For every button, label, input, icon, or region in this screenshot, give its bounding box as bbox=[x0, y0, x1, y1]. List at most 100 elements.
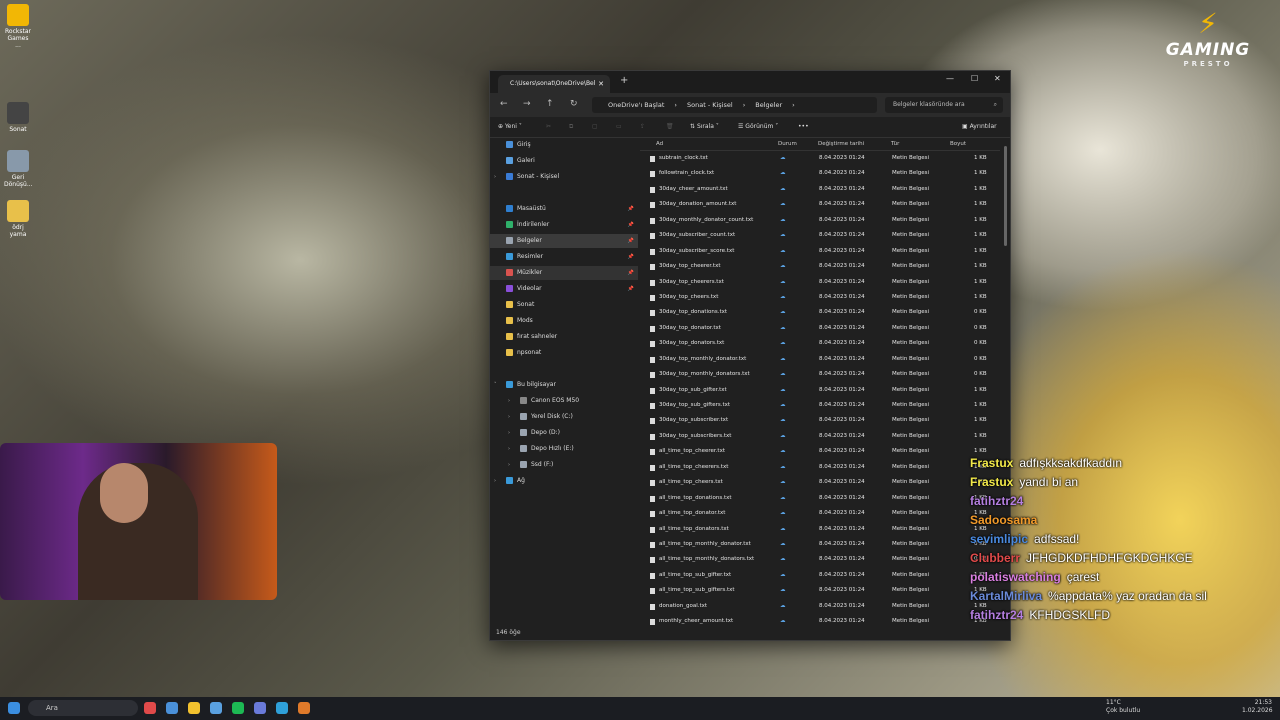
expand-chevron-icon[interactable]: › bbox=[494, 474, 496, 488]
view-button[interactable]: ☰ Görünüm ˅ bbox=[738, 117, 778, 137]
sidebar-item[interactable]: › Sonat - Kişisel bbox=[490, 170, 638, 184]
file-row[interactable]: all_time_top_cheers.txt ☁ 8.04.2023 01:24 M… bbox=[640, 475, 1000, 490]
search-input[interactable]: Belgeler klasöründe ara ⌕ bbox=[885, 97, 1003, 113]
taskbar-search[interactable]: Ara bbox=[28, 700, 138, 716]
sidebar-item[interactable]: Masaüstü 📌 bbox=[490, 202, 638, 216]
new-button[interactable]: ⊕ Yeni ˅ bbox=[498, 117, 522, 137]
file-row[interactable]: 30day_top_cheerer.txt ☁ 8.04.2023 01:24 Met… bbox=[640, 259, 1000, 274]
desktop-icon[interactable]: Geri Dönüşü... bbox=[4, 150, 33, 188]
sidebar-item[interactable]: fırat sahneler bbox=[490, 330, 638, 344]
taskbar-app-icon[interactable] bbox=[232, 702, 244, 714]
file-row[interactable]: 30day_top_sub_gifter.txt ☁ 8.04.2023 01:24… bbox=[640, 383, 1000, 398]
desktop-icon[interactable]: Rockstar Games ... bbox=[4, 4, 32, 49]
rename-icon[interactable]: ▭ bbox=[616, 117, 622, 137]
file-row[interactable]: 30day_top_sub_gifters.txt ☁ 8.04.2023 01:2… bbox=[640, 398, 1000, 413]
file-row[interactable]: all_time_top_monthly_donator.txt ☁ 8.04.20… bbox=[640, 537, 1000, 552]
file-row[interactable]: subtrain_clock.txt ☁ 8.04.2023 01:24 Metin … bbox=[640, 151, 1000, 166]
col-status[interactable]: Durum bbox=[778, 138, 797, 150]
file-row[interactable]: 30day_top_monthly_donator.txt ☁ 8.04.2023 … bbox=[640, 352, 1000, 367]
desktop-icon[interactable]: ödrj yama bbox=[4, 200, 32, 238]
sidebar-item[interactable]: Sonat bbox=[490, 298, 638, 312]
file-row[interactable]: all_time_top_donators.txt ☁ 8.04.2023 01:2… bbox=[640, 522, 1000, 537]
share-icon[interactable]: ⇪ bbox=[640, 117, 645, 137]
file-row[interactable]: 30day_top_subscriber.txt ☁ 8.04.2023 01:24… bbox=[640, 413, 1000, 428]
expand-chevron-icon[interactable]: › bbox=[508, 458, 510, 472]
col-name[interactable]: Ad bbox=[656, 138, 663, 150]
expand-chevron-icon[interactable]: › bbox=[494, 170, 496, 184]
col-size[interactable]: Boyut bbox=[950, 138, 966, 150]
taskbar-app-icon[interactable] bbox=[144, 702, 156, 714]
sidebar-item[interactable]: ˅ Bu bilgisayar bbox=[490, 378, 638, 392]
sidebar-item[interactable]: Belgeler 📌 bbox=[490, 234, 638, 248]
expand-chevron-icon[interactable]: › bbox=[508, 426, 510, 440]
delete-icon[interactable]: 🗑 bbox=[666, 117, 674, 137]
minimize-button[interactable]: — bbox=[946, 74, 954, 83]
sidebar-item[interactable]: Giriş bbox=[490, 138, 638, 152]
tab-documents[interactable]: C:\Users\sonat\OneDrive\Bel ✕ bbox=[498, 75, 610, 93]
more-button[interactable]: ••• bbox=[798, 117, 809, 137]
file-row[interactable]: donation_goal.txt ☁ 8.04.2023 01:24 Metin B… bbox=[640, 599, 1000, 614]
file-row[interactable]: 30day_subscriber_count.txt ☁ 8.04.2023 01:… bbox=[640, 228, 1000, 243]
start-icon[interactable] bbox=[8, 702, 20, 714]
file-row[interactable]: 30day_top_subscribers.txt ☁ 8.04.2023 01:2… bbox=[640, 429, 1000, 444]
file-row[interactable]: monthly_cheer_amount.txt ☁ 8.04.2023 01:24… bbox=[640, 614, 1000, 625]
taskbar-app-icon[interactable] bbox=[276, 702, 288, 714]
sidebar-item[interactable]: › Depo (D:) bbox=[490, 426, 638, 440]
sidebar-item[interactable]: npsonat bbox=[490, 346, 638, 360]
sidebar-item[interactable]: Galeri bbox=[490, 154, 638, 168]
file-row[interactable]: all_time_top_cheerer.txt ☁ 8.04.2023 01:24… bbox=[640, 444, 1000, 459]
file-row[interactable]: all_time_top_cheerers.txt ☁ 8.04.2023 01:2… bbox=[640, 460, 1000, 475]
weather-widget[interactable]: 11°C Çok bulutlu bbox=[1106, 699, 1140, 715]
system-clock[interactable]: 21:53 1.02.2026 bbox=[1242, 699, 1273, 715]
breadcrumb[interactable]: OneDrive'ı Başlat › Sonat - Kişisel › Belgel… bbox=[592, 97, 877, 113]
up-icon[interactable]: ↑ bbox=[546, 99, 554, 109]
close-tab-icon[interactable]: ✕ bbox=[598, 75, 604, 93]
sidebar-item[interactable]: Mods bbox=[490, 314, 638, 328]
forward-icon[interactable]: → bbox=[523, 99, 531, 109]
file-row[interactable]: 30day_top_cheerers.txt ☁ 8.04.2023 01:24 Me… bbox=[640, 275, 1000, 290]
sidebar-item[interactable]: › Canon EOS M50 bbox=[490, 394, 638, 408]
file-row[interactable]: 30day_top_donations.txt ☁ 8.04.2023 01:24 M… bbox=[640, 305, 1000, 320]
sidebar-item[interactable]: Resimler 📌 bbox=[490, 250, 638, 264]
breadcrumb-item[interactable]: Sonat - Kişisel bbox=[687, 101, 733, 109]
file-row[interactable]: 30day_top_donator.txt ☁ 8.04.2023 01:24 Met… bbox=[640, 321, 1000, 336]
file-row[interactable]: 30day_cheer_amount.txt ☁ 8.04.2023 01:24 Me… bbox=[640, 182, 1000, 197]
file-row[interactable]: all_time_top_donations.txt ☁ 8.04.2023 01:… bbox=[640, 491, 1000, 506]
new-tab-button[interactable]: + bbox=[620, 75, 628, 86]
file-row[interactable]: 30day_monthly_donator_count.txt ☁ 8.04.202… bbox=[640, 213, 1000, 228]
sidebar-item[interactable]: › Ağ bbox=[490, 474, 638, 488]
file-row[interactable]: 30day_top_monthly_donators.txt ☁ 8.04.2023… bbox=[640, 367, 1000, 382]
sidebar-item[interactable]: › Ssd (F:) bbox=[490, 458, 638, 472]
scrollbar[interactable] bbox=[1004, 146, 1007, 246]
expand-chevron-icon[interactable]: ˅ bbox=[494, 378, 497, 392]
taskbar-app-icon[interactable] bbox=[166, 702, 178, 714]
file-row[interactable]: all_time_top_sub_gifters.txt ☁ 8.04.2023 0… bbox=[640, 583, 1000, 598]
file-row[interactable]: 30day_donation_amount.txt ☁ 8.04.2023 01:2… bbox=[640, 197, 1000, 212]
taskbar-app-icon[interactable] bbox=[210, 702, 222, 714]
taskbar-app-icon[interactable] bbox=[254, 702, 266, 714]
expand-chevron-icon[interactable]: › bbox=[508, 394, 510, 408]
sidebar-item[interactable]: Videolar 📌 bbox=[490, 282, 638, 296]
file-row[interactable]: 30day_top_cheers.txt ☁ 8.04.2023 01:24 Meti… bbox=[640, 290, 1000, 305]
breadcrumb-item[interactable]: OneDrive'ı Başlat bbox=[608, 101, 664, 109]
sidebar-item[interactable]: › Depo Hızlı (E:) bbox=[490, 442, 638, 456]
file-row[interactable]: all_time_top_donator.txt ☁ 8.04.2023 01:24… bbox=[640, 506, 1000, 521]
cut-icon[interactable]: ✂ bbox=[546, 117, 551, 137]
back-icon[interactable]: ← bbox=[500, 99, 508, 109]
file-row[interactable]: all_time_top_monthly_donators.txt ☁ 8.04.2… bbox=[640, 552, 1000, 567]
sidebar-item[interactable]: İndirilenler 📌 bbox=[490, 218, 638, 232]
copy-icon[interactable]: ⧉ bbox=[569, 117, 573, 137]
sidebar-item[interactable]: Müzikler 📌 bbox=[490, 266, 638, 280]
sidebar-item[interactable]: › Yerel Disk (C:) bbox=[490, 410, 638, 424]
paste-icon[interactable]: ▢ bbox=[592, 117, 598, 137]
file-row[interactable]: followtrain_clock.txt ☁ 8.04.2023 01:24 Met… bbox=[640, 166, 1000, 181]
taskbar-app-icon[interactable] bbox=[298, 702, 310, 714]
taskbar-app-icon[interactable] bbox=[188, 702, 200, 714]
file-row[interactable]: all_time_top_sub_gifter.txt ☁ 8.04.2023 01… bbox=[640, 568, 1000, 583]
desktop-icon[interactable]: Sonat bbox=[4, 102, 32, 133]
col-modified[interactable]: Değiştirme tarihi bbox=[818, 138, 864, 150]
breadcrumb-item[interactable]: Belgeler bbox=[755, 101, 782, 109]
refresh-icon[interactable]: ↻ bbox=[570, 99, 578, 109]
col-type[interactable]: Tür bbox=[891, 138, 899, 150]
file-row[interactable]: 30day_subscriber_score.txt ☁ 8.04.2023 01:… bbox=[640, 244, 1000, 259]
